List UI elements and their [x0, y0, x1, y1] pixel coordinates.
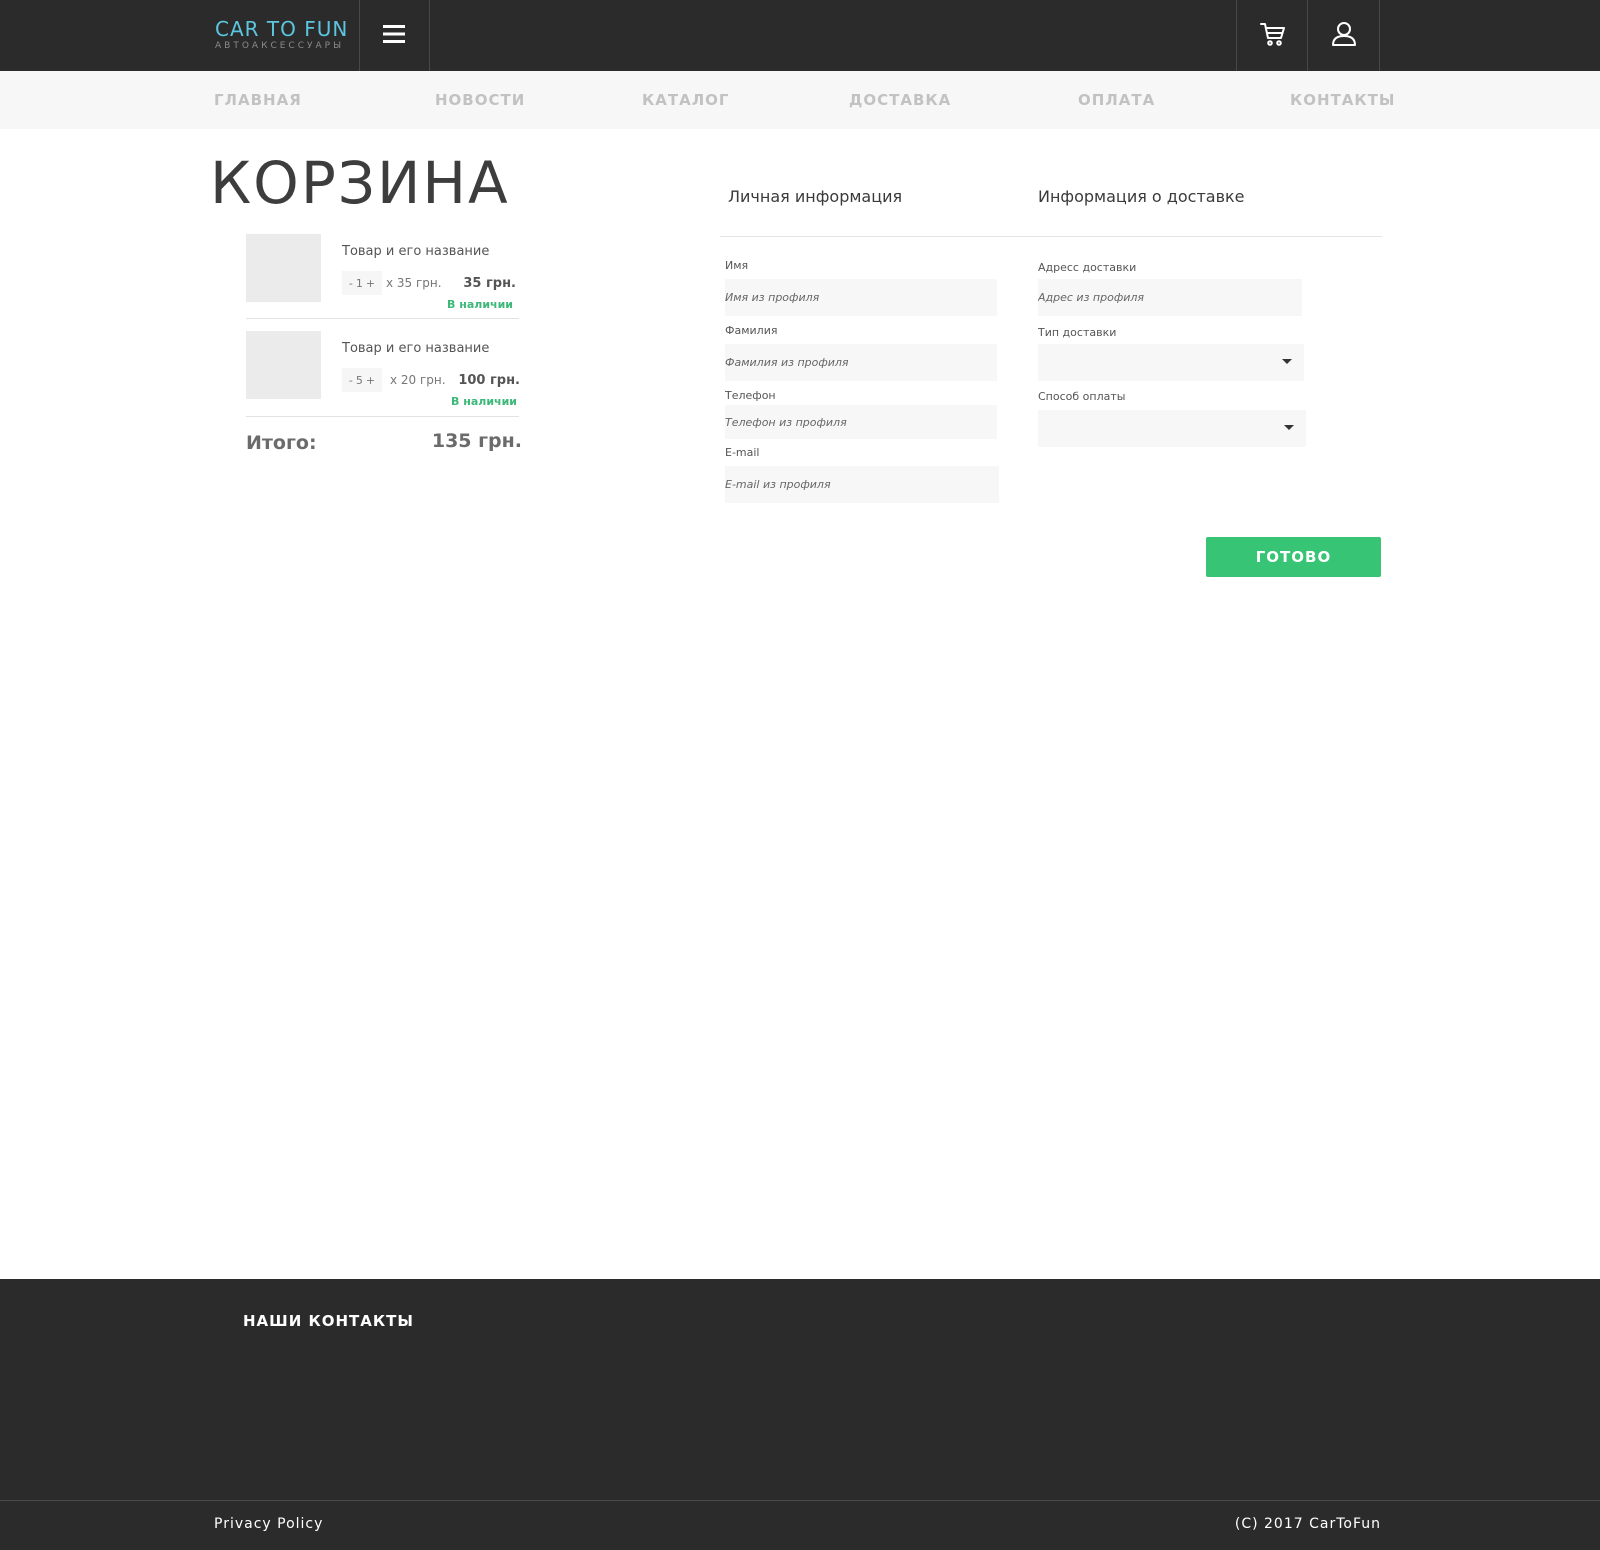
phone-label: Телефон	[725, 389, 776, 402]
product-thumbnail[interactable]	[246, 234, 321, 302]
qty-increase-button[interactable]: +	[366, 374, 375, 387]
item-divider	[246, 318, 519, 319]
payment-method-select[interactable]	[1038, 410, 1306, 447]
nav-item-delivery[interactable]: ДОСТАВКА	[849, 91, 951, 109]
address-label: Адресс доставки	[1038, 261, 1137, 274]
cart-item: Товар и его название - 1 + x 35 грн. 35 …	[246, 234, 519, 319]
footer-contacts-title: НАШИ КОНТАКТЫ	[243, 1312, 414, 1330]
stock-status: В наличии	[447, 298, 513, 311]
page-title: КОРЗИНА	[210, 149, 510, 217]
last-name-field[interactable]	[725, 344, 997, 381]
address-field[interactable]	[1038, 279, 1302, 316]
product-name[interactable]: Товар и его название	[342, 244, 489, 259]
qty-value: 1	[355, 276, 363, 290]
footer: НАШИ КОНТАКТЫ Privacy Policy (C) 2017 Ca…	[0, 1279, 1600, 1550]
first-name-field[interactable]	[725, 279, 997, 316]
line-price: 100 грн.	[458, 373, 520, 388]
nav-item-home[interactable]: ГЛАВНАЯ	[214, 91, 302, 109]
main-nav: ГЛАВНАЯ НОВОСТИ КАТАЛОГ ДОСТАВКА ОПЛАТА …	[0, 71, 1600, 129]
cart-icon	[1259, 21, 1286, 51]
nav-item-news[interactable]: НОВОСТИ	[435, 91, 525, 109]
product-name[interactable]: Товар и его название	[342, 341, 489, 356]
total-value: 135 грн.	[431, 430, 522, 452]
menu-button[interactable]	[359, 0, 429, 71]
first-name-label: Имя	[725, 259, 749, 272]
qty-decrease-button[interactable]: -	[349, 277, 353, 290]
caret-down-icon	[1282, 359, 1292, 364]
delivery-type-select[interactable]	[1038, 344, 1304, 381]
email-field[interactable]	[725, 466, 999, 503]
line-price: 35 грн.	[463, 276, 516, 291]
total-label: Итого:	[246, 432, 317, 454]
qty-decrease-button[interactable]: -	[349, 374, 353, 387]
copyright: (C) 2017 CarToFun	[1234, 1516, 1381, 1532]
cart-button[interactable]	[1237, 0, 1308, 71]
qty-increase-button[interactable]: +	[366, 277, 375, 290]
header-divider	[429, 0, 430, 71]
privacy-policy-link[interactable]: Privacy Policy	[214, 1516, 323, 1532]
nav-item-contacts[interactable]: КОНТАКТЫ	[1290, 91, 1395, 109]
payment-method-label: Способ оплаты	[1038, 390, 1126, 403]
submit-button[interactable]: ГОТОВО	[1206, 537, 1381, 577]
nav-item-payment[interactable]: ОПЛАТА	[1078, 91, 1155, 109]
user-icon	[1331, 21, 1357, 51]
header-divider	[1379, 0, 1380, 71]
last-name-label: Фамилия	[725, 324, 778, 337]
cart-item: Товар и его название - 5 + x 20 грн. 100…	[246, 331, 520, 416]
email-label: E-mail	[725, 446, 760, 459]
logo-title: CAR TO FUN	[215, 17, 349, 41]
footer-divider	[0, 1500, 1600, 1501]
delivery-type-label: Тип доставки	[1038, 326, 1117, 339]
quantity-stepper: - 5 +	[342, 368, 382, 392]
stock-status: В наличии	[451, 395, 517, 408]
product-thumbnail[interactable]	[246, 331, 321, 399]
delivery-info-heading[interactable]: Информация о доставке	[1038, 187, 1245, 206]
hamburger-icon	[383, 24, 405, 47]
qty-value: 5	[355, 373, 363, 387]
top-header: CAR TO FUN АВТОАКСЕССУАРЫ	[0, 0, 1600, 71]
logo[interactable]: CAR TO FUN АВТОАКСЕССУАРЫ	[215, 18, 348, 51]
personal-info-heading[interactable]: Личная информация	[728, 187, 902, 206]
form-divider	[720, 236, 1382, 237]
quantity-stepper: - 1 +	[342, 271, 382, 295]
logo-subtitle: АВТОАКСЕССУАРЫ	[215, 41, 345, 51]
phone-field[interactable]	[725, 405, 997, 439]
item-divider	[246, 416, 519, 417]
nav-item-catalog[interactable]: КАТАЛОГ	[642, 91, 729, 109]
account-button[interactable]	[1308, 0, 1379, 71]
caret-down-icon	[1284, 425, 1294, 430]
